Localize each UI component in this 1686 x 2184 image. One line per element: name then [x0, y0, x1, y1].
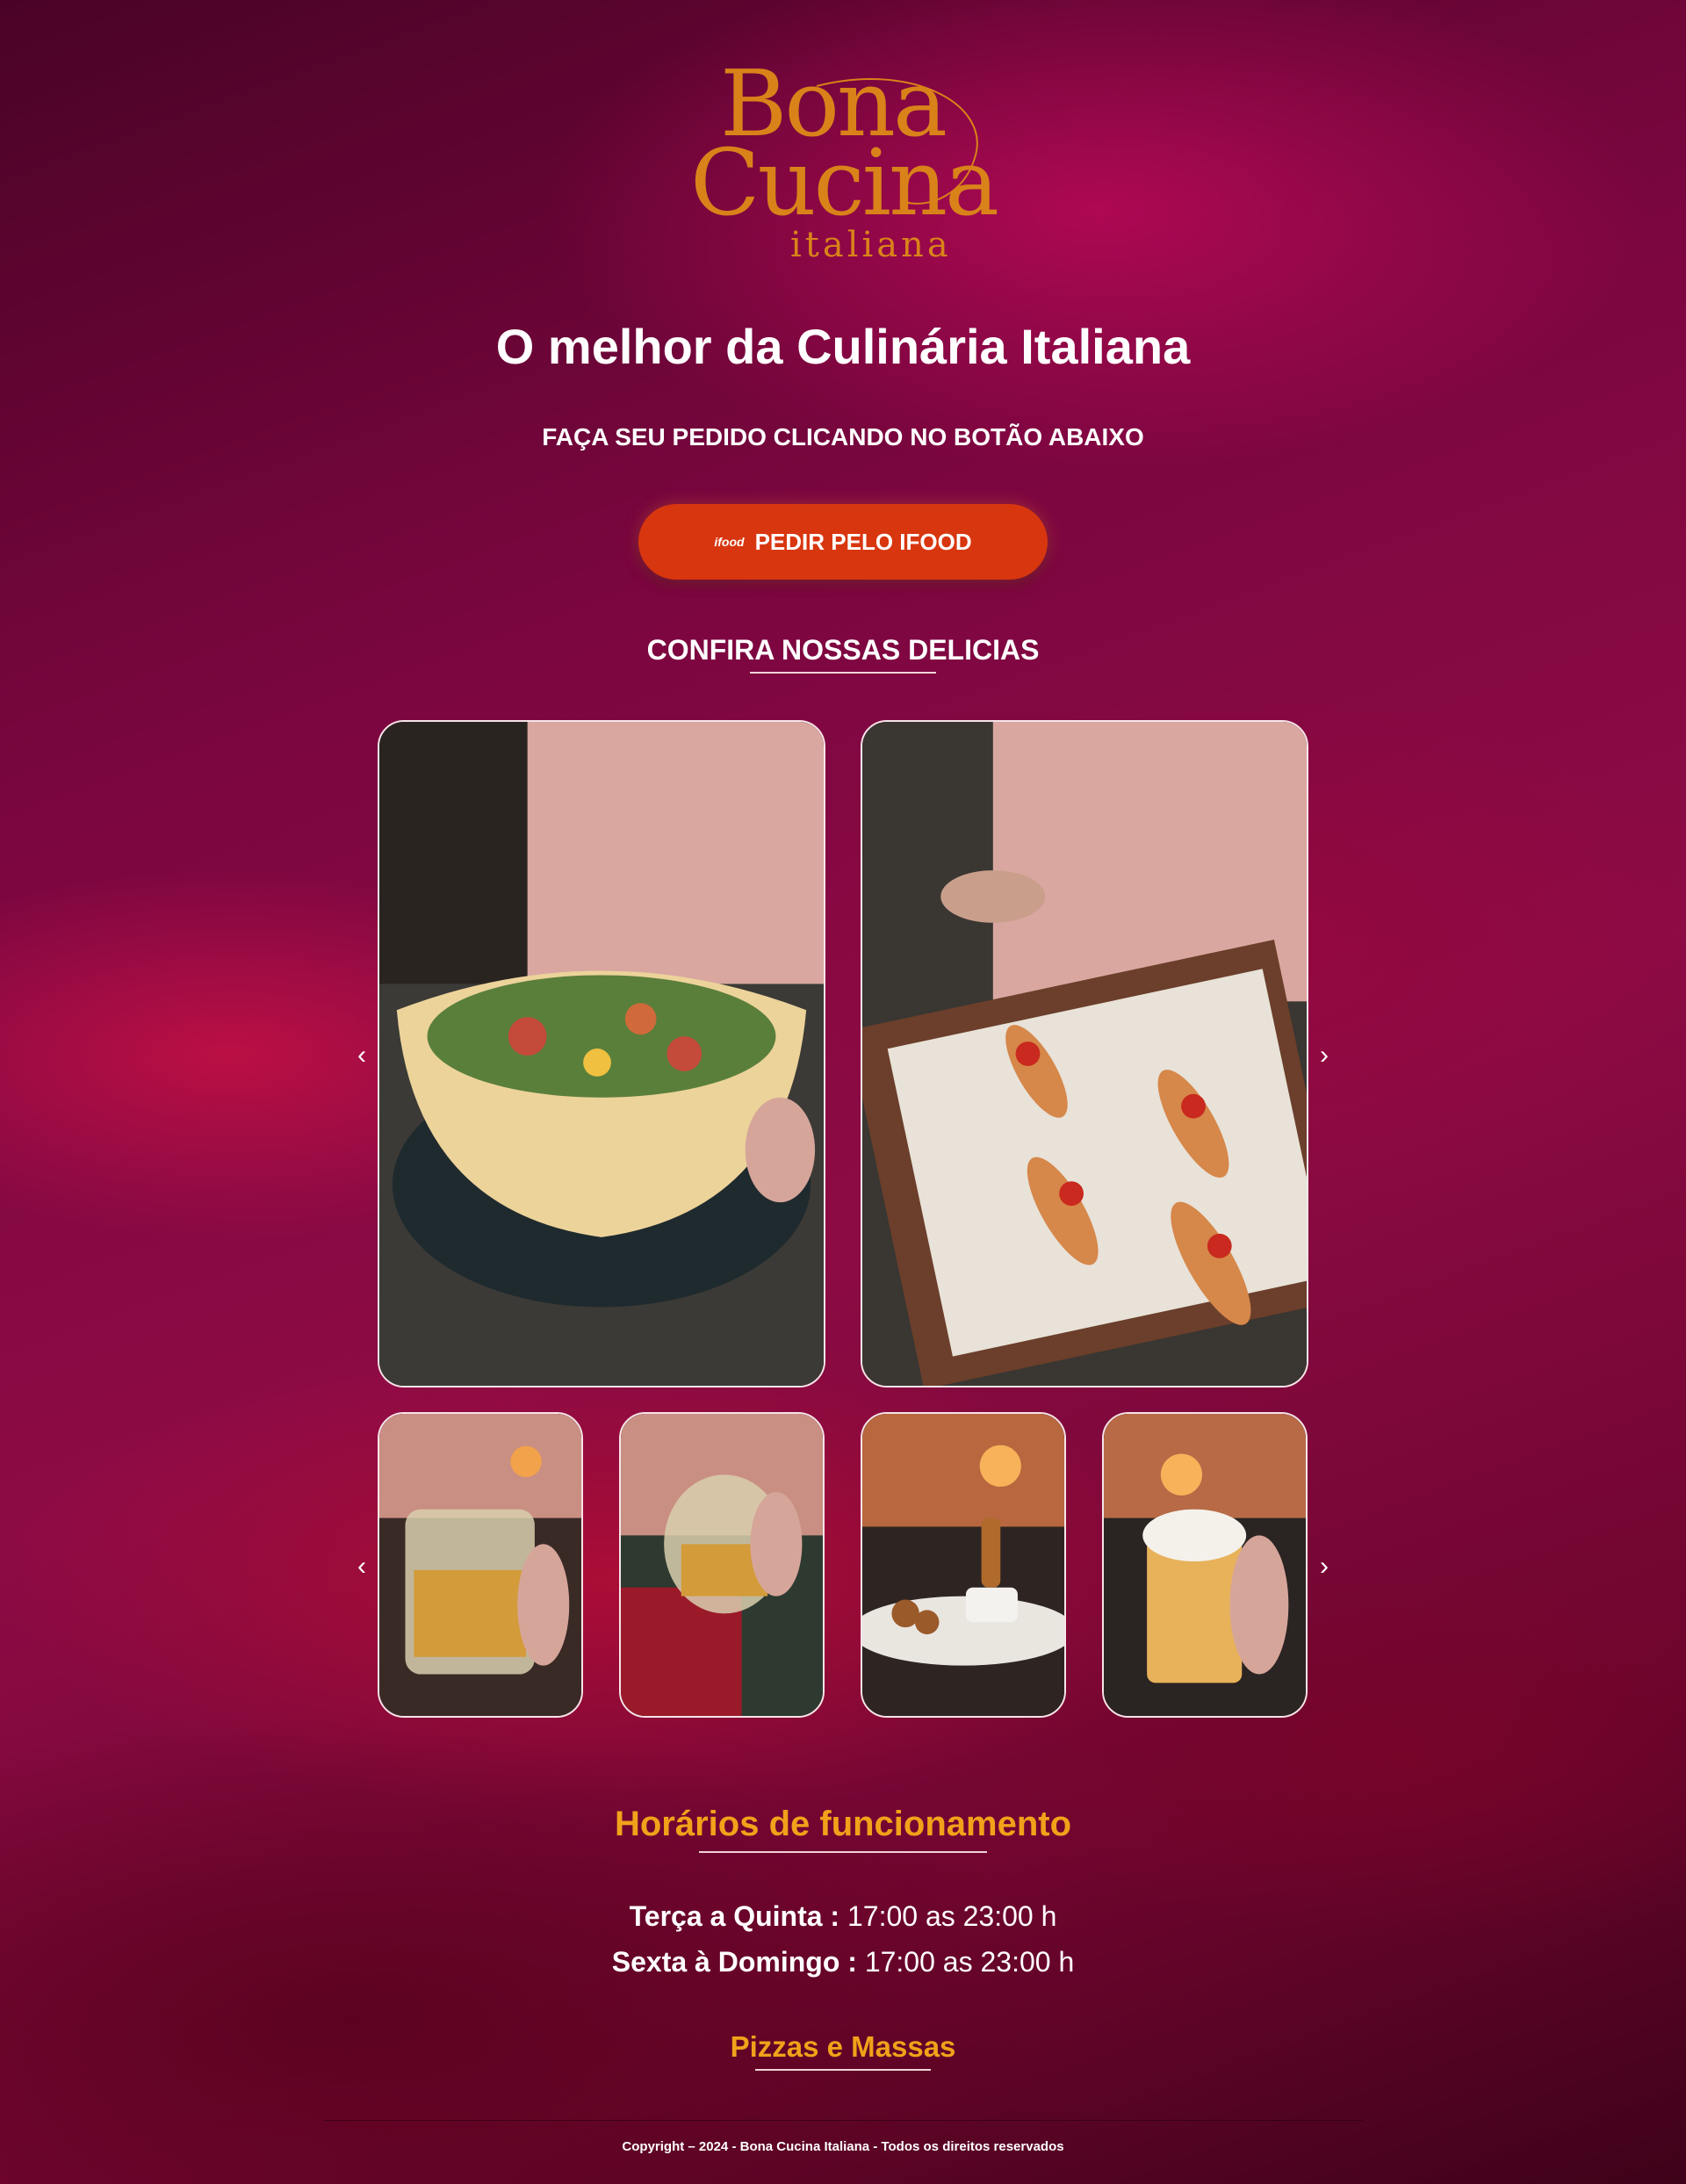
- brand-logo[interactable]: Bona Cucina italiana: [685, 53, 1001, 265]
- gallery-thumb-3[interactable]: [861, 1412, 1066, 1718]
- hours-row: Sexta à Domingo : 17:00 as 23:00 h: [0, 1946, 1686, 1979]
- logo-line-italiana: italiana: [790, 225, 952, 265]
- hours-heading-underline: [699, 1851, 987, 1853]
- hours-days: Sexta à Domingo :: [611, 1946, 857, 1978]
- order-ifood-label: PEDIR PELO IFOOD: [754, 528, 972, 555]
- menu-link-underline: [755, 2069, 931, 2071]
- carousel-small-next-button[interactable]: ›: [1311, 1553, 1337, 1580]
- hours-days: Terça a Quinta :: [629, 1900, 840, 1932]
- gallery-photo-salad[interactable]: [378, 720, 825, 1388]
- hours-heading: Horários de funcionamento: [614, 1805, 1072, 1843]
- hours-time: 17:00 as 23:00 h: [847, 1900, 1057, 1932]
- hours-time: 17:00 as 23:00 h: [864, 1946, 1075, 1978]
- page-subtitle: FAÇA SEU PEDIDO CLICANDO NO BOTÃO ABAIXO: [542, 423, 1144, 450]
- footer-copyright: Copyright – 2024 - Bona Cucina Italiana …: [622, 2139, 1064, 2154]
- gallery-photo-bruschetta[interactable]: [861, 720, 1308, 1388]
- ifood-icon: ifood: [714, 535, 745, 549]
- hours-row: Terça a Quinta : 17:00 as 23:00 h: [0, 1900, 1686, 1933]
- gallery-thumb-1[interactable]: [378, 1412, 583, 1718]
- page-title: O melhor da Culinária Italiana: [495, 319, 1191, 374]
- gallery-thumb-2[interactable]: [619, 1412, 825, 1718]
- gallery-heading: CONFIRA NOSSAS DELICIAS: [646, 634, 1040, 666]
- menu-link-pizzas-massas[interactable]: Pizzas e Massas: [0, 2030, 1686, 2064]
- logo-line-cucina: Cucina: [690, 129, 999, 236]
- gallery-thumb-4[interactable]: [1102, 1412, 1308, 1718]
- carousel-small-prev-button[interactable]: ‹: [349, 1553, 375, 1580]
- carousel-large-next-button[interactable]: ›: [1311, 1042, 1337, 1069]
- carousel-large-prev-button[interactable]: ‹: [349, 1042, 375, 1069]
- gallery-heading-underline: [750, 672, 936, 674]
- order-ifood-button[interactable]: ifood PEDIR PELO IFOOD: [638, 504, 1048, 580]
- footer-divider: [323, 2120, 1363, 2121]
